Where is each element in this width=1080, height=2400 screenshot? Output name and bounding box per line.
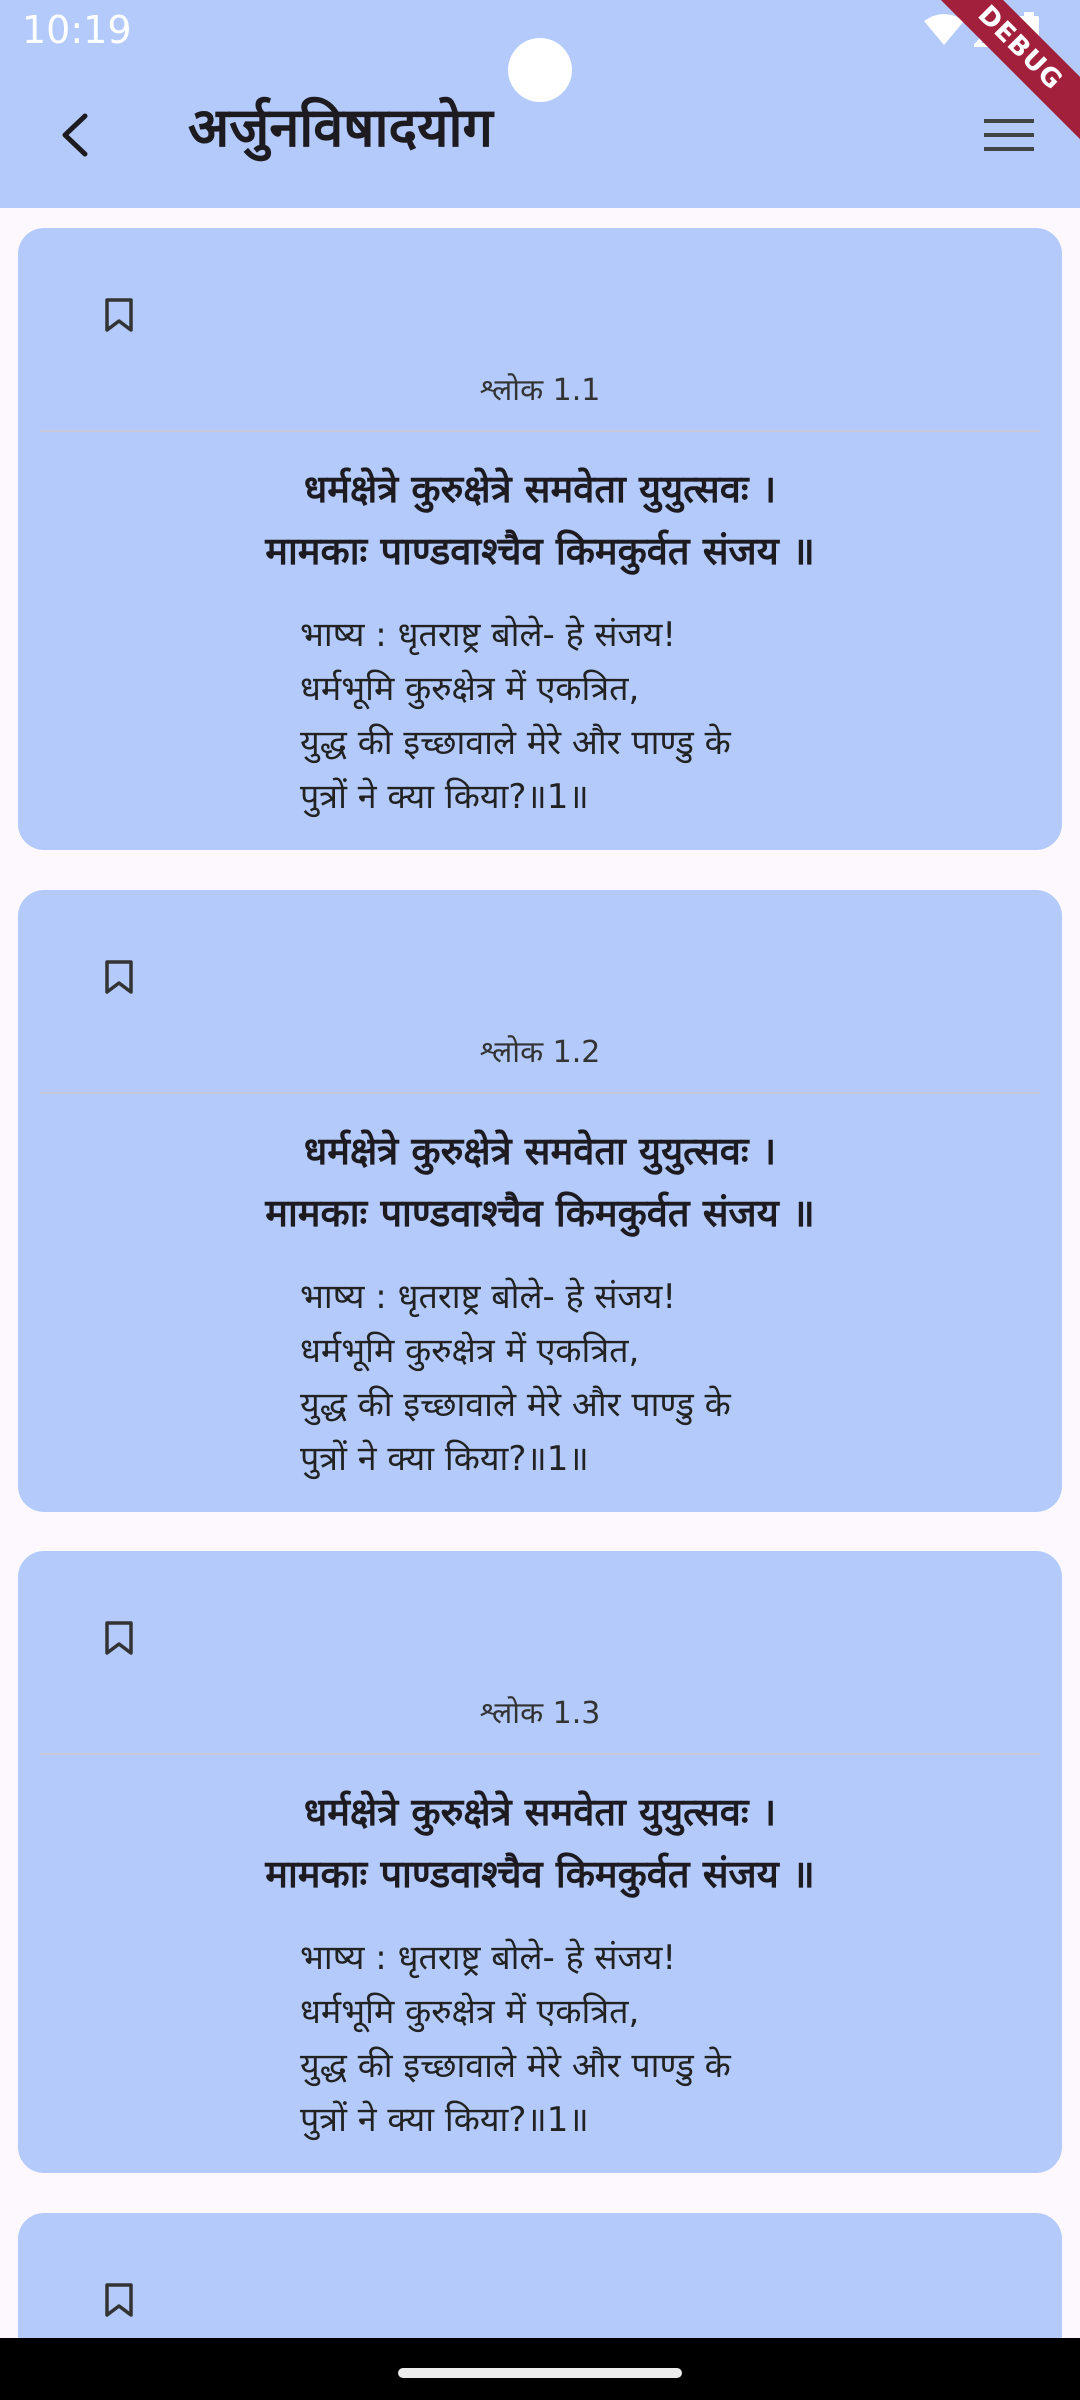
bhashya-line: भाष्य : धृतराष्ट्र बोले- हे संजय! [300,1277,677,1317]
bhashya-text: भाष्य : धृतराष्ट्र बोले- हे संजय! धर्मभू… [300,608,1020,824]
chevron-left-icon [62,113,88,157]
verse-line: धर्मक्षेत्रे कुरुक्षेत्रे समवेता युयुत्स… [303,1129,777,1173]
bookmark-button[interactable] [84,942,154,1012]
bhashya-text: भाष्य : धृतराष्ट्र बोले- हे संजय! धर्मभू… [300,1270,1020,1486]
status-time: 10:19 [22,8,132,52]
menu-icon [984,119,1034,151]
verse-line: मामकाः पाण्डवाश्चैव किमकुर्वत संजय ॥ [265,1852,815,1896]
verse-line: धर्मक्षेत्रे कुरुक्षेत्रे समवेता युयुत्स… [303,1790,777,1834]
bhashya-line: धर्मभूमि कुरुक्षेत्र में एकत्रित, [300,669,640,709]
bookmark-button[interactable] [84,280,154,350]
shloka-card: श्लोक 1.1 धर्मक्षेत्रे कुरुक्षेत्रे समवे… [18,228,1062,850]
bookmark-button[interactable] [84,1603,154,1673]
bhashya-line: पुत्रों ने क्या किया?॥1॥ [300,2100,589,2140]
page-title: अर्जुनविषादयोग [188,96,493,159]
shloka-number: श्लोक 1.3 [479,1696,601,1731]
verse-line: मामकाः पाण्डवाश्चैव किमकुर्वत संजय ॥ [265,529,815,573]
bhashya-line: भाष्य : धृतराष्ट्र बोले- हे संजय! [300,615,677,655]
bookmark-icon [105,298,133,332]
bookmark-icon [105,960,133,994]
shloka-card: श्लोक 1.3 धर्मक्षेत्रे कुरुक्षेत्रे समवे… [18,1551,1062,2173]
shloka-number: श्लोक 1.1 [479,373,601,408]
bhashya-line: धर्मभूमि कुरुक्षेत्र में एकत्रित, [300,1992,640,2032]
bhashya-line: युद्ध की इच्छावाले मेरे और पाण्डु के [300,2046,731,2086]
bhashya-line: पुत्रों ने क्या किया?॥1॥ [300,777,589,817]
bhashya-line: धर्मभूमि कुरुक्षेत्र में एकत्रित, [300,1331,640,1371]
bhashya-line: युद्ध की इच्छावाले मेरे और पाण्डु के [300,1385,731,1425]
shloka-card: श्लोक 1.2 धर्मक्षेत्रे कुरुक्षेत्रे समवे… [18,890,1062,1512]
shloka-number: श्लोक 1.2 [479,1035,601,1070]
camera-cutout [508,38,572,102]
verse-line: धर्मक्षेत्रे कुरुक्षेत्रे समवेता युयुत्स… [303,467,777,511]
verse-line: मामकाः पाण्डवाश्चैव किमकुर्वत संजय ॥ [265,1191,815,1235]
screen: 10:19 अर्जुनविषादयोग DEBUG श्लोक 1.1 धर्… [0,0,1080,2400]
app-bar: 10:19 अर्जुनविषादयोग DEBUG [0,0,1080,208]
shloka-verse: धर्मक्षेत्रे कुरुक्षेत्रे समवेता युयुत्स… [18,1781,1062,1905]
bookmark-button[interactable] [84,2265,154,2335]
bookmark-icon [105,2283,133,2317]
menu-button[interactable] [982,110,1036,160]
divider [40,1753,1040,1755]
bhashya-line: पुत्रों ने क्या किया?॥1॥ [300,1439,589,1479]
bhashya-text: भाष्य : धृतराष्ट्र बोले- हे संजय! धर्मभू… [300,1931,1020,2147]
shloka-verse: धर्मक्षेत्रे कुरुक्षेत्रे समवेता युयुत्स… [18,458,1062,582]
back-button[interactable] [40,100,110,170]
divider [40,430,1040,432]
system-nav-bar [0,2338,1080,2400]
home-gesture-handle[interactable] [398,2368,682,2378]
bhashya-line: युद्ध की इच्छावाले मेरे और पाण्डु के [300,723,731,763]
bhashya-line: भाष्य : धृतराष्ट्र बोले- हे संजय! [300,1938,677,1978]
divider [40,1092,1040,1094]
bookmark-icon [105,1621,133,1655]
shloka-verse: धर्मक्षेत्रे कुरुक्षेत्रे समवेता युयुत्स… [18,1120,1062,1244]
